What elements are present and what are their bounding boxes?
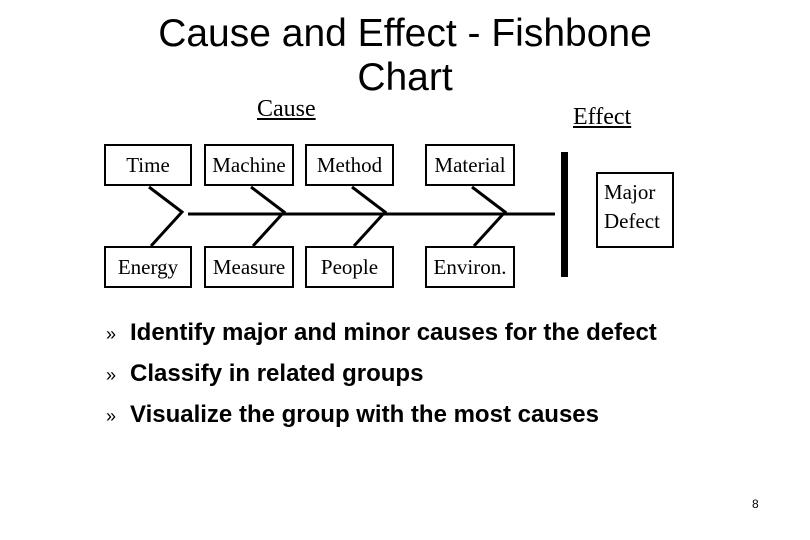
cause-box-measure: Measure	[204, 246, 294, 288]
cause-box-method: Method	[305, 144, 394, 186]
bone-method-people	[351, 185, 388, 248]
effect-box-major-defect: Major Defect	[596, 172, 674, 248]
bullet-item: » Classify in related groups	[106, 354, 657, 395]
bullet-text: Identify major and minor causes for the …	[130, 319, 657, 346]
cause-box-material: Material	[425, 144, 515, 186]
bullet-marker-icon: »	[106, 365, 117, 385]
bone-time-energy	[148, 185, 185, 248]
cause-box-energy: Energy	[104, 246, 192, 288]
cause-box-machine: Machine	[204, 144, 294, 186]
cause-box-label: Material	[434, 152, 506, 177]
bullet-item: » Visualize the group with the most cause…	[106, 395, 657, 436]
cause-box-label: Time	[126, 152, 170, 177]
cause-box-label: Environ.	[433, 254, 507, 279]
cause-box-label: Energy	[117, 254, 179, 279]
fishbone-head-bar	[561, 152, 568, 277]
bullet-marker-icon: »	[106, 406, 117, 426]
bullet-item: » Identify major and minor causes for the…	[106, 313, 657, 354]
cause-box-environ: Environ.	[425, 246, 515, 288]
bone-material-environ	[471, 185, 508, 248]
effect-box-line-1: Major	[604, 180, 656, 204]
page-number: 8	[752, 497, 759, 511]
cause-box-label: Measure	[212, 254, 286, 279]
bullet-text: Classify in related groups	[130, 360, 424, 387]
cause-box-people: People	[305, 246, 394, 288]
bullet-text: Visualize the group with the most causes	[130, 401, 599, 428]
bone-machine-measure	[250, 185, 287, 248]
bullet-marker-icon: »	[106, 324, 117, 344]
effect-box-line-2: Defect	[604, 209, 660, 233]
bullet-list: » Identify major and minor causes for the…	[106, 313, 657, 436]
cause-box-time: Time	[104, 144, 192, 186]
cause-box-label: People	[320, 254, 379, 279]
cause-box-label: Method	[316, 152, 383, 177]
cause-box-label: Machine	[212, 152, 286, 177]
